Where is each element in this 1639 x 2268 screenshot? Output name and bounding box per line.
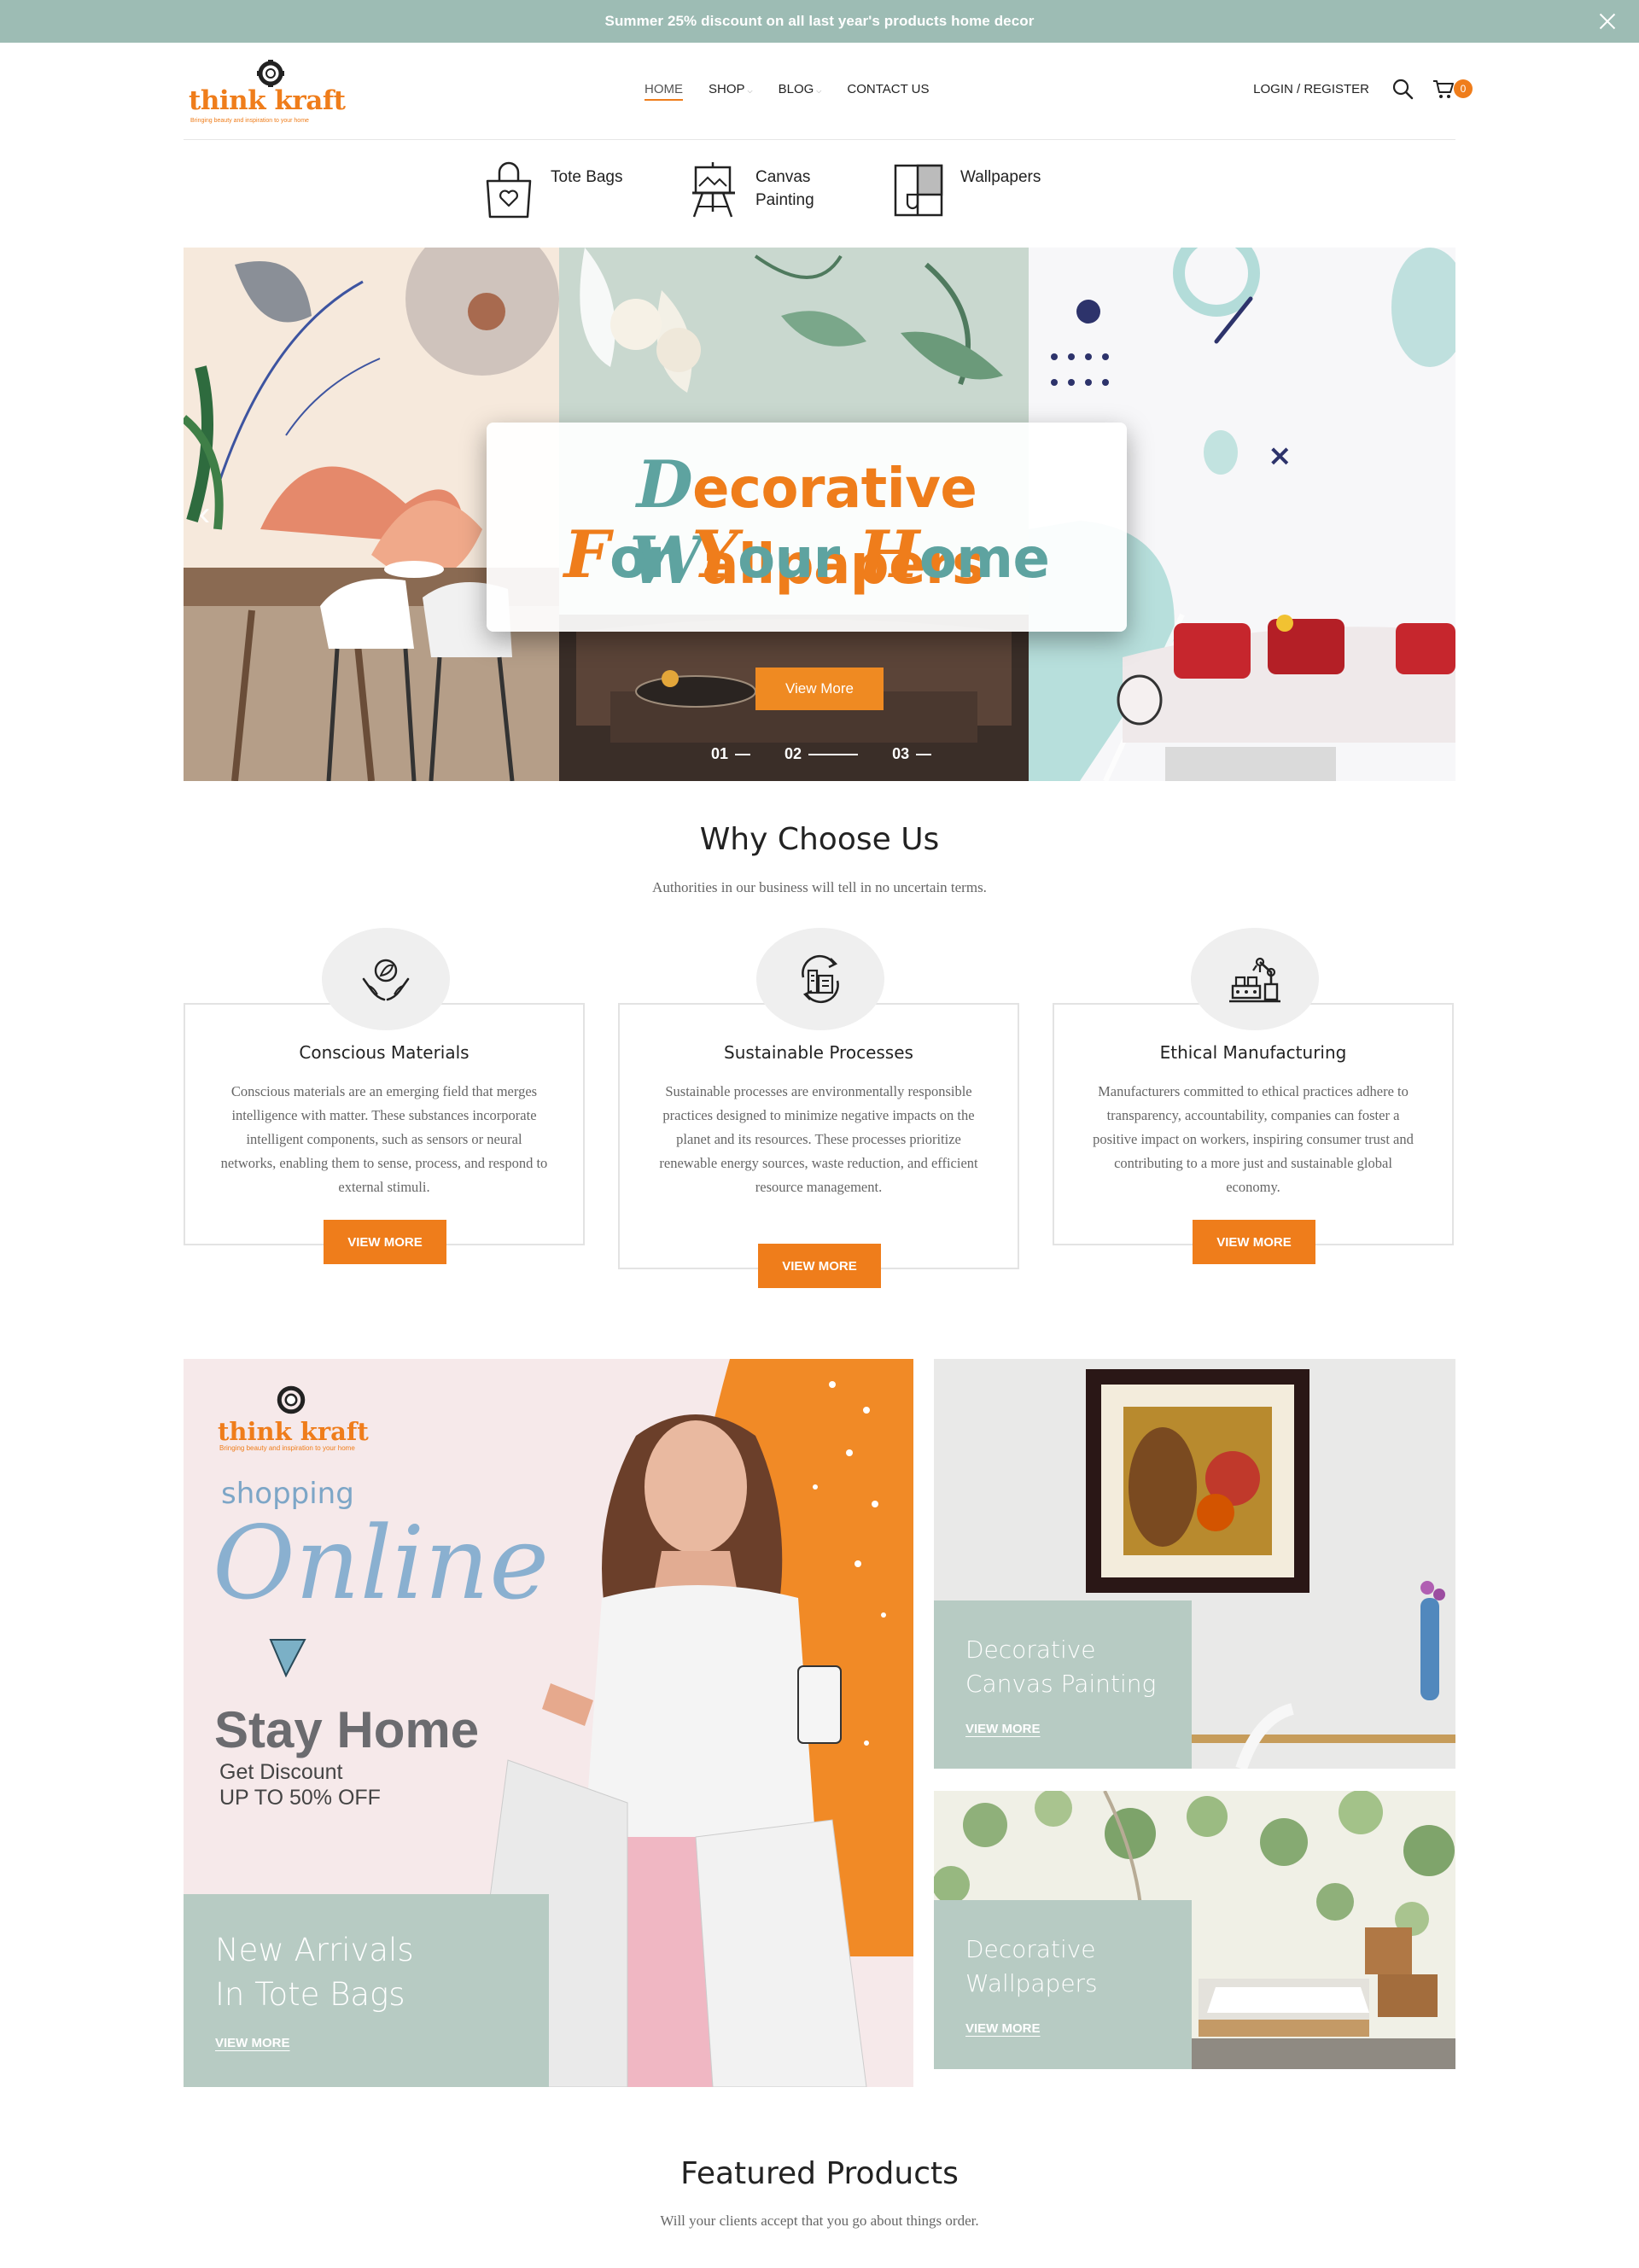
feature-view-more-button[interactable]: VIEW MORE <box>324 1220 446 1264</box>
login-register-link[interactable]: LOGIN / REGISTER <box>1253 82 1369 96</box>
feature-icon-circle <box>322 928 450 1030</box>
category-strip: Tote Bags Canvas Painting Wallpapers <box>482 160 1097 220</box>
cart-count-badge: 0 <box>1454 79 1473 98</box>
promo-discount-line1: Get Discount <box>219 1760 343 1784</box>
cart-icon <box>1433 80 1454 98</box>
hero-slider: × ‹ Decorative Wallpapers For Your Home … <box>184 248 1455 781</box>
hero-headline-box: Decorative Wallpapers For Your Home <box>487 423 1127 632</box>
banner-view-more-link[interactable]: VIEW MORE <box>965 1722 1041 1736</box>
banner-canvas-painting[interactable]: Decorative Canvas Painting VIEW MORE <box>934 1359 1455 1769</box>
feature-description: Sustainable processes are environmentall… <box>659 1083 978 1195</box>
banner-title: Decorative Wallpapers <box>965 1935 1098 1997</box>
logo-mark-icon <box>257 60 284 87</box>
slide-dot-2[interactable]: 02 <box>785 745 859 763</box>
category-label: Wallpapers <box>960 168 1041 186</box>
banner-caption-box: New Arrivals In Tote Bags VIEW MORE <box>184 1894 549 2087</box>
nav-item-label: CONTACT US <box>847 82 930 96</box>
category-label: Tote Bags <box>551 168 623 186</box>
nav-item-shop[interactable]: SHOP ⌵ <box>709 82 753 96</box>
nav-item-label: BLOG <box>778 82 814 96</box>
slide-dot-3[interactable]: 03 <box>892 745 932 763</box>
main-nav: HOME SHOP ⌵ BLOG ⌵ CONTACT US <box>645 82 954 101</box>
banner-caption-box: Decorative Wallpapers VIEW MORE <box>934 1900 1192 2069</box>
cart-button[interactable]: 0 <box>1432 77 1473 101</box>
site-header: think kraft Bringing beauty and inspirat… <box>184 43 1473 140</box>
category-tote-bags[interactable]: Tote Bags <box>482 160 636 220</box>
banner-wallpapers[interactable]: Decorative Wallpapers VIEW MORE <box>934 1791 1455 2069</box>
tote-bag-icon <box>486 161 532 219</box>
featured-section-subtitle: Will your clients accept that you go abo… <box>660 2213 979 2229</box>
svg-text:×: × <box>1268 439 1292 473</box>
announcement-text: Summer 25% discount on all last year's p… <box>604 13 1035 29</box>
why-section-title: Why Choose Us <box>699 822 940 857</box>
chevron-down-icon: ⌵ <box>747 87 753 95</box>
triangle-decoration-icon <box>269 1639 306 1677</box>
nav-item-home[interactable]: HOME <box>645 82 683 101</box>
recycle-factory-icon <box>802 954 839 1004</box>
close-icon[interactable] <box>1595 9 1620 34</box>
logo-tagline: Bringing beauty and inspiration to your … <box>190 118 309 124</box>
banner-view-more-link[interactable]: VIEW MORE <box>215 2036 290 2050</box>
promo-brand-name: think kraft <box>218 1417 369 1446</box>
feature-card-conscious-materials: Conscious Materials Conscious materials … <box>184 928 585 1264</box>
hero-prev-arrow-icon[interactable]: ‹ <box>199 495 210 533</box>
hands-leaf-icon <box>362 959 410 1001</box>
feature-title: Ethical Manufacturing <box>1159 1042 1347 1063</box>
promo-online-text: Online <box>213 1504 550 1622</box>
promo-brand-tagline: Bringing beauty and inspiration to your … <box>219 1444 355 1452</box>
why-section-subtitle: Authorities in our business will tell in… <box>652 879 987 895</box>
nav-item-label: HOME <box>645 82 683 96</box>
nav-item-label: SHOP <box>709 82 745 96</box>
slide-dot-1[interactable]: 01 <box>711 745 751 763</box>
feature-description: Manufacturers committed to ethical pract… <box>1093 1083 1414 1195</box>
robot-arm-icon <box>1229 957 1280 1003</box>
feature-view-more-button[interactable]: VIEW MORE <box>758 1244 881 1288</box>
banner-title: New Arrivals In Tote Bags <box>215 1932 414 2013</box>
banner-caption-box: Decorative Canvas Painting VIEW MORE <box>934 1600 1192 1769</box>
banner-view-more-link[interactable]: VIEW MORE <box>965 2021 1041 2036</box>
logo[interactable]: think kraft Bringing beauty and inspirat… <box>189 60 351 124</box>
nav-item-contact[interactable]: CONTACT US <box>847 82 929 96</box>
search-icon[interactable] <box>1391 77 1414 101</box>
featured-section-title: Featured Products <box>680 2156 959 2191</box>
banner-title: Decorative Canvas Painting <box>965 1635 1157 1698</box>
nav-item-blog[interactable]: BLOG ⌵ <box>779 82 822 96</box>
promo-stay-home: Stay Home <box>214 1701 480 1758</box>
promo-logo-mark-icon <box>277 1385 306 1414</box>
wallpaper-icon <box>894 164 943 217</box>
slider-pagination: 01 02 03 <box>711 745 965 763</box>
feature-description: Conscious materials are an emerging fiel… <box>220 1083 548 1195</box>
promo-discount-line2: UP TO 50% OFF <box>219 1786 381 1810</box>
feature-icon-circle <box>756 928 884 1030</box>
hero-view-more-button[interactable]: View More <box>755 668 884 710</box>
hero-headline-line2: For Your Home <box>563 516 1050 592</box>
chevron-down-icon: ⌵ <box>816 87 822 95</box>
feature-title: Conscious Materials <box>299 1042 470 1063</box>
category-label: Canvas Painting <box>755 168 814 209</box>
logo-name: think kraft <box>189 85 346 116</box>
feature-icon-circle <box>1191 928 1319 1030</box>
announcement-bar: Summer 25% discount on all last year's p… <box>0 0 1639 43</box>
feature-card-ethical-manufacturing: Ethical Manufacturing Manufacturers comm… <box>1053 928 1454 1264</box>
category-canvas-painting[interactable]: Canvas Painting <box>687 160 841 220</box>
feature-view-more-button[interactable]: VIEW MORE <box>1193 1220 1315 1264</box>
feature-card-sustainable-processes: Sustainable Processes Sustainable proces… <box>618 928 1019 1288</box>
easel-icon <box>692 162 735 218</box>
header-actions: LOGIN / REGISTER 0 <box>1253 77 1473 101</box>
category-wallpapers[interactable]: Wallpapers <box>892 160 1046 220</box>
feature-title: Sustainable Processes <box>724 1042 913 1063</box>
banner-tote-bags[interactable]: think kraft Bringing beauty and inspirat… <box>184 1359 913 2087</box>
